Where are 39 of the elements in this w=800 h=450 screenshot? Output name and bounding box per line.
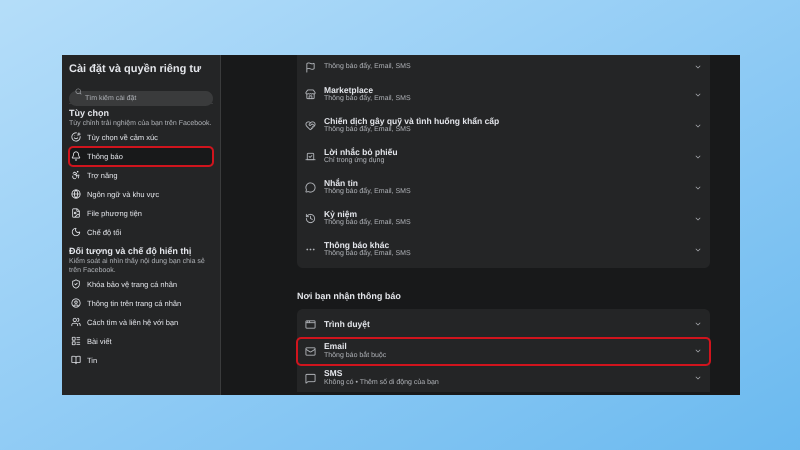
browser-window-icon: [305, 318, 316, 330]
layout-icon: [71, 336, 81, 346]
book-icon: [71, 355, 81, 366]
row-title: Nhắn tin: [324, 178, 359, 188]
chat-bubble-icon: [305, 182, 316, 193]
row-title: Trình duyệt: [324, 318, 371, 330]
row-title: Email: [324, 341, 348, 352]
flag-icon: [305, 62, 316, 72]
row-title: Chiến dịch gây quỹ và tình huống khẩn cấp: [324, 116, 500, 126]
section-heading: Đối tượng và chế độ hiển thị: [69, 246, 192, 257]
globe-icon: [71, 189, 81, 200]
smile-icon: [71, 132, 81, 142]
chevron-icon: [694, 320, 702, 328]
notification-setting-row[interactable]: Trình duyệt: [297, 310, 710, 338]
user-circle-icon: [71, 298, 81, 308]
mail-icon: [305, 346, 316, 356]
chevron-icon: [694, 374, 702, 382]
row-title: Thông báo khác: [324, 240, 390, 250]
chevron-icon: [694, 63, 702, 71]
row-title: Marketplace: [324, 84, 374, 95]
section-heading: Tùy chọn: [69, 108, 110, 119]
bell-icon: [71, 151, 81, 162]
history-icon: [305, 213, 316, 224]
accessibility-icon: [71, 170, 81, 180]
row-title: SMS: [324, 368, 344, 378]
ballot-box-icon: [305, 151, 316, 162]
sidebar-title: Cài đặt và quyền riêng tư: [69, 63, 202, 77]
store-icon: [305, 89, 316, 100]
search-icon: [75, 88, 82, 95]
image-file-icon: [71, 208, 81, 218]
row-title: Kỷ niệm: [324, 208, 358, 219]
chat-bubble-icon: [305, 372, 316, 384]
chevron-icon: [694, 347, 702, 355]
shield-icon: [71, 279, 81, 290]
heart-hands-icon: [305, 120, 316, 131]
row-title: Lời nhắc bỏ phiếu: [324, 146, 399, 157]
section-heading: Nơi bạn nhận thông báo: [297, 290, 402, 303]
moon-icon: [71, 227, 81, 238]
users-icon: [71, 317, 81, 328]
